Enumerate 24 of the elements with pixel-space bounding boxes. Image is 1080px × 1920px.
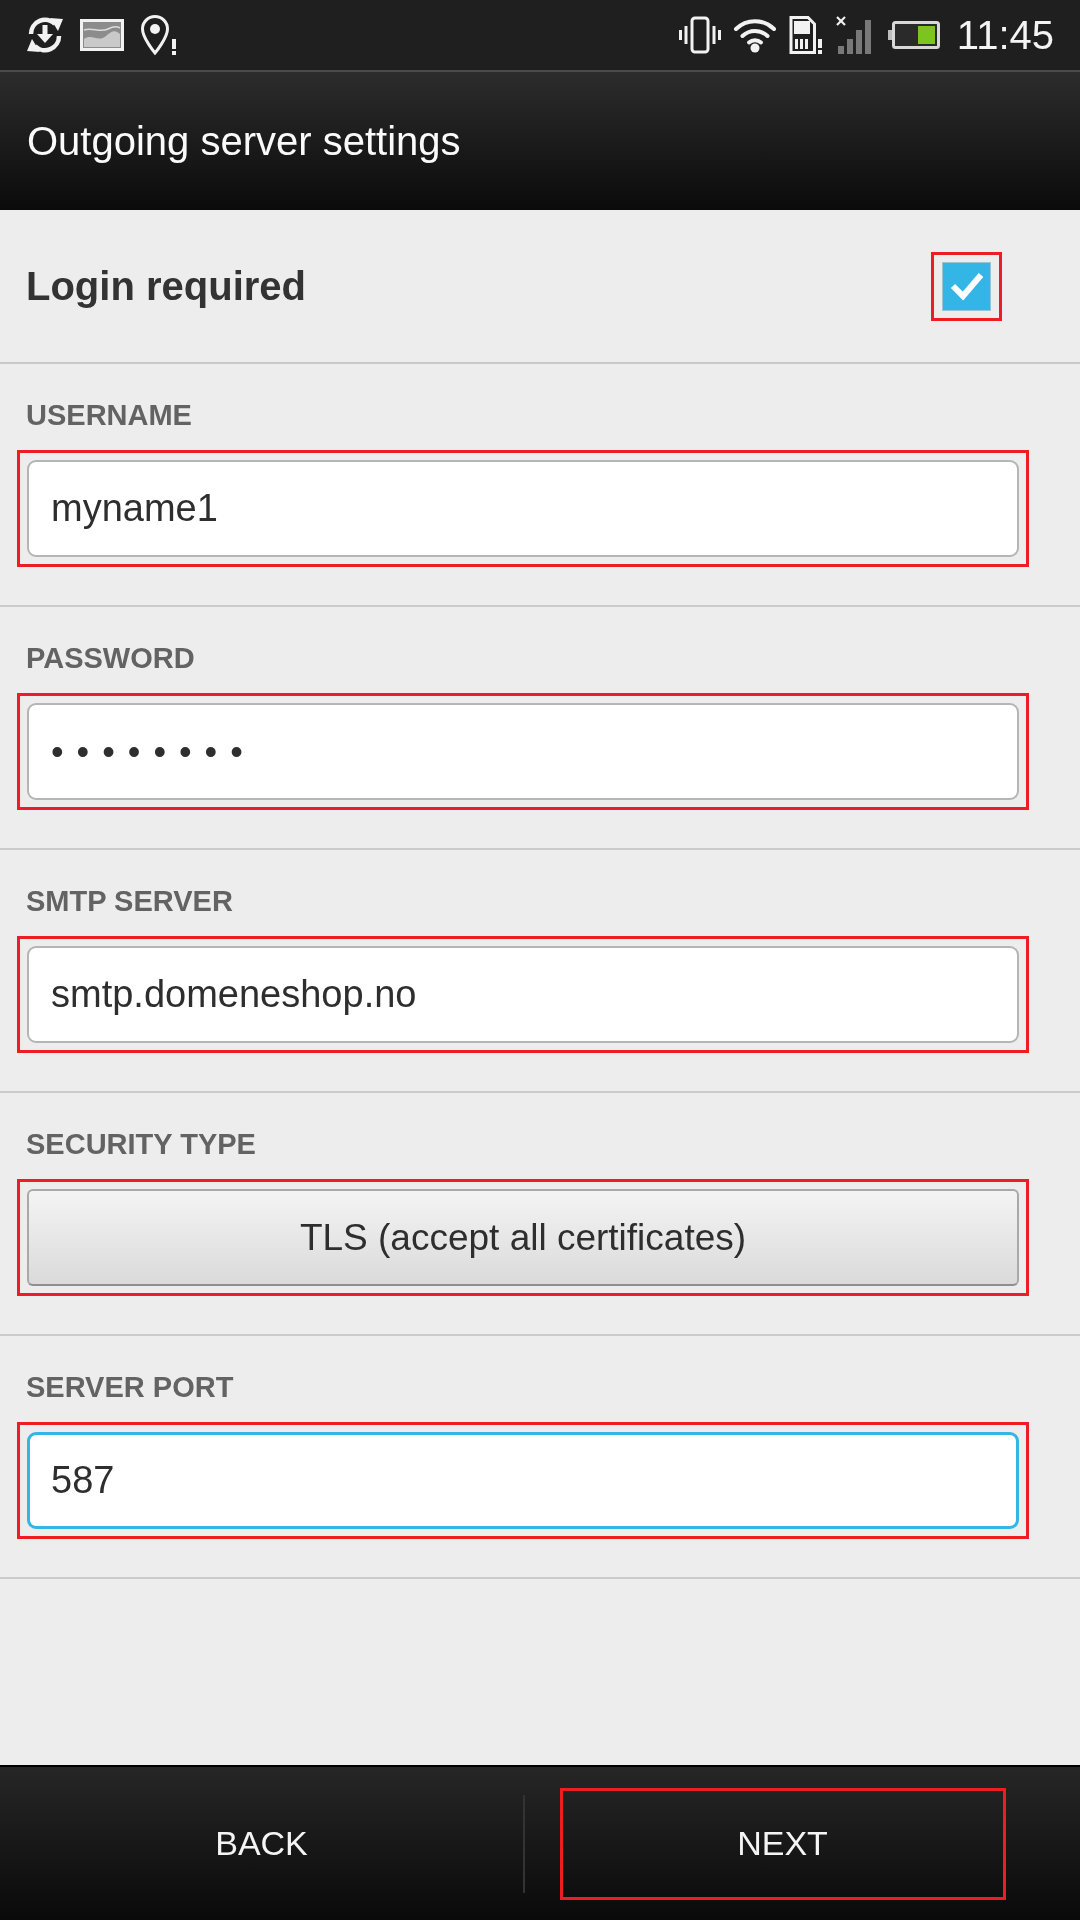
back-button[interactable]: BACK: [46, 1795, 477, 1892]
battery-icon: [887, 21, 940, 49]
login-required-label: Login required: [26, 263, 306, 310]
sync-icon: [25, 15, 65, 55]
status-time: 11:45: [956, 12, 1054, 59]
checkmark-icon: [949, 271, 984, 301]
login-required-checkbox[interactable]: [942, 261, 991, 311]
text-input-field[interactable]: myname1: [27, 460, 1019, 557]
field-label: SMTP SERVER: [26, 884, 233, 919]
field-label: SECURITY TYPE: [26, 1127, 256, 1162]
text-input-field[interactable]: smtp.domeneshop.no: [27, 946, 1019, 1043]
location-pin-icon: [139, 14, 179, 56]
wifi-icon: [732, 17, 777, 53]
vibrate-icon: [677, 15, 722, 55]
dropdown-button[interactable]: TLS (accept all certificates): [27, 1189, 1019, 1286]
text-input-field[interactable]: 587: [27, 1432, 1019, 1529]
sd-card-icon: [787, 15, 824, 55]
next-button[interactable]: NEXT: [567, 1795, 998, 1892]
field-label: PASSWORD: [26, 641, 195, 676]
password-field[interactable]: ••••••••: [27, 703, 1019, 800]
screen-title: Outgoing server settings: [27, 118, 461, 165]
image-icon: [80, 19, 124, 51]
field-label: USERNAME: [26, 398, 192, 433]
field-label: SERVER PORT: [26, 1370, 234, 1405]
